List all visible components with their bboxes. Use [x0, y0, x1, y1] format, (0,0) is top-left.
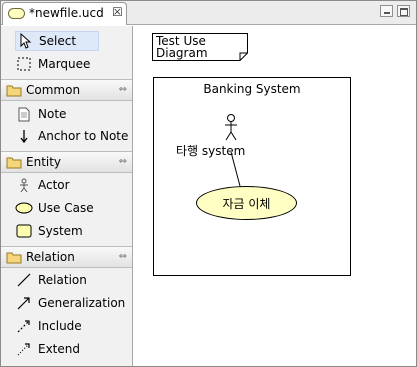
palette-item-use-case[interactable]: Use Case	[15, 198, 129, 218]
drawer-toggle-icon[interactable]: ⇔	[119, 251, 127, 262]
diagram-canvas[interactable]: Test Use Diagram Banking System 타행 syste…	[134, 26, 416, 366]
marquee-icon	[15, 55, 33, 73]
minimize-icon[interactable]	[380, 5, 393, 17]
palette-item-label: Use Case	[38, 201, 94, 215]
palette-item-relation[interactable]: Relation	[15, 270, 129, 290]
usecase-file-icon	[8, 8, 25, 19]
palette-item-label: Note	[38, 107, 67, 121]
editor-tab-bar: *newfile.ucd ☒	[1, 1, 416, 25]
palette-item-actor[interactable]: Actor	[15, 175, 129, 195]
tool-palette: Select Marquee Common ⇔ Note Anchor to N…	[1, 26, 133, 366]
palette-item-label: Anchor to Note	[38, 129, 129, 143]
drawer-toggle-icon[interactable]: ⇔	[119, 156, 127, 167]
usecase-ellipse[interactable]: 자금 이체	[196, 186, 297, 220]
drawer-toggle-icon[interactable]: ⇔	[119, 84, 127, 95]
folder-icon	[6, 251, 22, 264]
palette-tool-label: Marquee	[38, 57, 91, 71]
actor-figure[interactable]	[223, 114, 239, 142]
palette-tool-select[interactable]: Select	[15, 31, 99, 51]
close-icon[interactable]: ☒	[112, 5, 123, 19]
usecase-name: 자금 이체	[222, 196, 271, 211]
line-icon	[15, 271, 33, 289]
editor-tab-title: *newfile.ucd	[29, 6, 104, 20]
palette-tool-label: Select	[39, 34, 77, 48]
system-boundary[interactable]: Banking System 타행 system 자금 이체	[153, 77, 351, 276]
usecase-icon	[15, 199, 33, 217]
palette-item-label: System	[38, 224, 83, 238]
include-arrow-icon	[15, 317, 33, 335]
palette-item-note[interactable]: Note	[15, 104, 129, 124]
generalization-arrow-icon	[15, 294, 33, 312]
maximize-icon[interactable]	[397, 5, 410, 17]
system-icon	[15, 222, 33, 240]
palette-drawer-label: Entity	[26, 155, 62, 169]
anchor-arrow-icon	[15, 127, 33, 145]
folder-icon	[6, 84, 22, 97]
folder-icon	[6, 156, 22, 169]
palette-drawer-entity[interactable]: Entity ⇔	[1, 151, 132, 173]
palette-tool-marquee[interactable]: Marquee	[15, 54, 129, 74]
editor-window: *newfile.ucd ☒ Select Marquee Common ⇔ N…	[0, 0, 417, 367]
palette-item-include[interactable]: Include	[15, 316, 129, 336]
palette-item-label: Relation	[38, 273, 87, 287]
palette-item-label: Actor	[38, 178, 70, 192]
note-icon	[15, 105, 33, 123]
diagram-note-text: Test Use Diagram	[156, 34, 208, 60]
association-line[interactable]	[154, 78, 352, 277]
actor-name: 타행 system	[176, 144, 246, 158]
palette-drawer-label: Common	[26, 83, 81, 97]
actor-icon	[15, 176, 33, 194]
palette-item-label: Include	[38, 319, 82, 333]
palette-item-system[interactable]: System	[15, 221, 129, 241]
palette-drawer-label: Relation	[26, 250, 75, 264]
editor-tab[interactable]: *newfile.ucd ☒	[2, 2, 127, 25]
arrow-pointer-icon	[16, 32, 34, 50]
palette-drawer-common[interactable]: Common ⇔	[1, 79, 132, 101]
diagram-note[interactable]: Test Use Diagram	[152, 33, 248, 61]
palette-drawer-relation[interactable]: Relation ⇔	[1, 246, 132, 268]
palette-item-label: Generalization	[38, 296, 126, 310]
palette-item-generalization[interactable]: Generalization	[15, 293, 129, 313]
extend-arrow-icon	[15, 340, 33, 358]
palette-item-extend[interactable]: Extend	[15, 339, 129, 359]
palette-item-anchor-to-note[interactable]: Anchor to Note	[15, 126, 129, 146]
palette-item-label: Extend	[38, 342, 80, 356]
